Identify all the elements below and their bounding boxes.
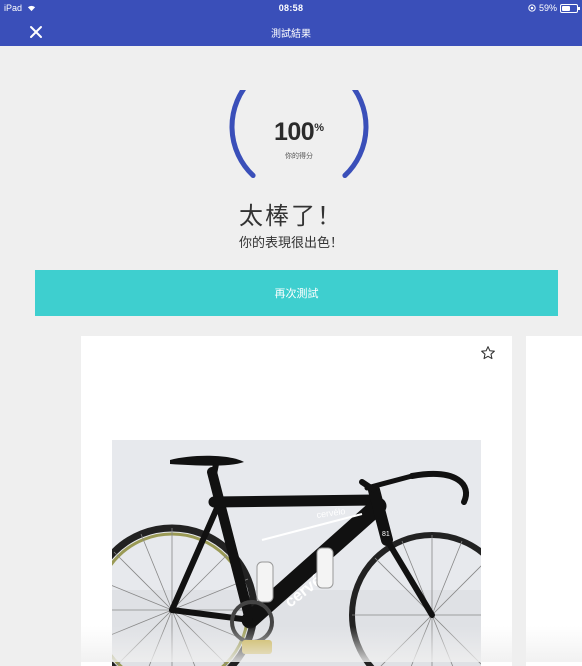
status-bar: iPad 08:58 59% xyxy=(0,0,582,18)
status-right: 59% xyxy=(528,3,580,13)
page-title: 測試結果 xyxy=(271,29,311,40)
score-label: 你的得分 xyxy=(285,152,313,160)
retry-button[interactable]: 再次測試 xyxy=(35,270,558,316)
nav-bar: 測試結果 xyxy=(0,18,582,46)
score-value: 100% xyxy=(224,118,374,147)
score-unit: % xyxy=(314,122,324,134)
battery-fill xyxy=(562,5,571,11)
score-number: 100 xyxy=(274,118,315,146)
bicycle-photo: cervélo cervélo 81 xyxy=(112,440,481,666)
status-time: 08:58 xyxy=(278,3,304,13)
star-outline-icon xyxy=(481,346,495,360)
battery-percent: 59% xyxy=(538,3,557,13)
result-message: 你的表現很出色！ xyxy=(238,236,343,251)
next-card[interactable] xyxy=(526,336,582,666)
favorite-button[interactable] xyxy=(480,345,496,361)
battery-icon xyxy=(560,3,580,13)
result-headline: 太棒了！ xyxy=(239,202,343,230)
road-bicycle-photo: cervélo cervélo 81 xyxy=(112,440,481,666)
location-icon xyxy=(528,4,536,12)
svg-text:81: 81 xyxy=(382,531,390,538)
result-card: cervélo cervélo 81 xyxy=(81,336,512,666)
